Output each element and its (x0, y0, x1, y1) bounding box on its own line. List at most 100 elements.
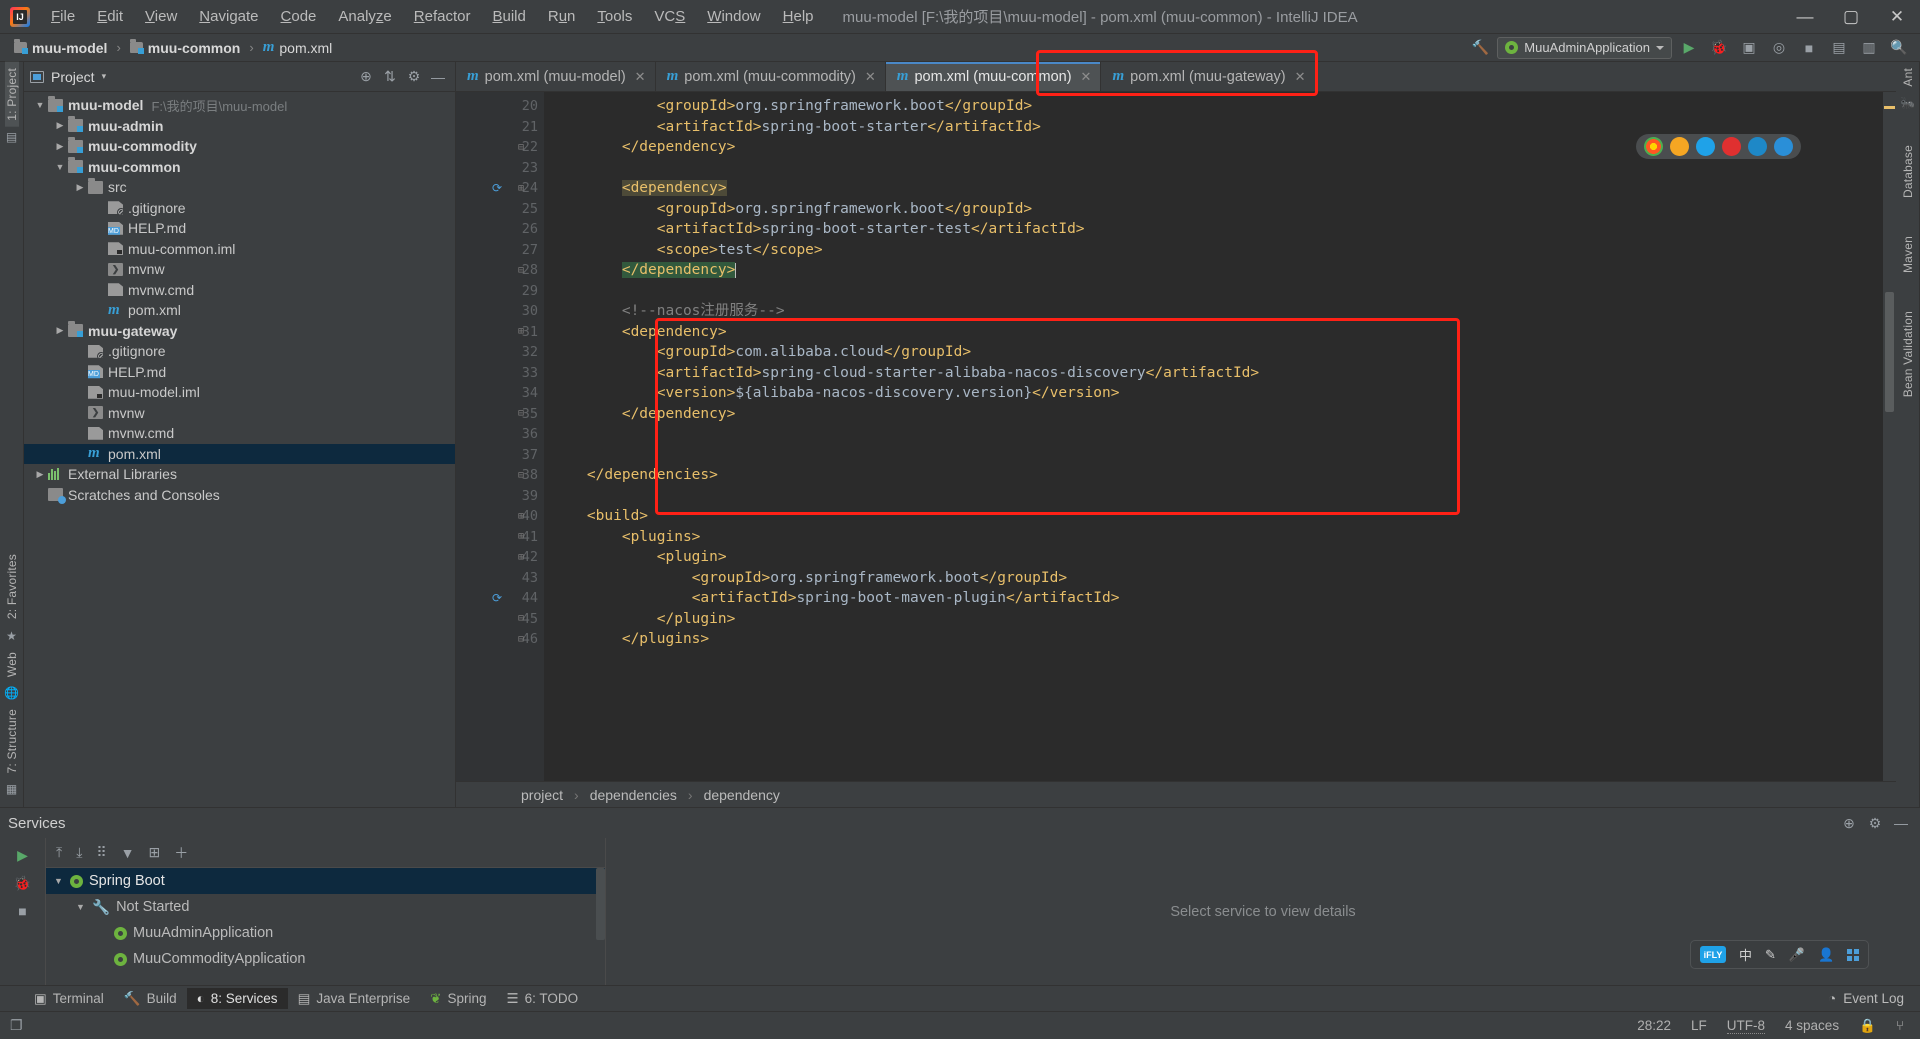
gutter-line[interactable]: 25 (456, 199, 544, 220)
group-icon[interactable]: ⠿ (96, 844, 106, 861)
ime-grid-icon[interactable] (1847, 948, 1860, 961)
maven-reimport-icon[interactable]: ⟳ (492, 181, 502, 195)
services-tree-item[interactable]: ▼ 🔧 Not Started (46, 894, 605, 920)
hide-icon[interactable]: — (427, 66, 449, 88)
gear-icon[interactable]: ⚙ (403, 66, 425, 88)
editor-tab[interactable]: m pom.xml (muu-model) ✕ (456, 62, 656, 91)
fold-toggle-icon[interactable]: ⊟ (518, 613, 524, 624)
line-separator[interactable]: LF (1691, 1018, 1707, 1033)
gutter-line[interactable]: 42 ⊞ (456, 547, 544, 568)
gutter-line[interactable]: 23 (456, 158, 544, 179)
filter-icon[interactable]: ▼ (121, 845, 135, 861)
stop-icon[interactable]: ■ (18, 903, 26, 919)
fold-toggle-icon[interactable]: ⊟ (518, 142, 524, 153)
code-line[interactable] (544, 486, 1883, 507)
project-tree-item[interactable]: ▶ muu-gateway (24, 321, 455, 342)
tool-window-build[interactable]: 🔨 Build (114, 988, 187, 1010)
gutter-line[interactable]: 40 ⊞ (456, 506, 544, 527)
gutter-line[interactable]: 37 (456, 445, 544, 466)
fold-toggle-icon[interactable]: ⊞ (518, 511, 524, 522)
project-tree-item[interactable]: ▶mvnw (24, 259, 455, 280)
sidebar-item-database[interactable]: Database (1901, 139, 1915, 204)
gutter-line[interactable]: 38 ⊟ (456, 465, 544, 486)
editor-breadcrumb-item-2[interactable]: dependency (699, 786, 785, 804)
gutter-line[interactable]: 20 (456, 96, 544, 117)
profile-button[interactable]: ◎ (1766, 36, 1792, 60)
maximize-button[interactable]: ▢ (1828, 0, 1874, 34)
chevron-right-icon[interactable]: ▶ (52, 325, 68, 336)
code-line[interactable]: <artifactId>spring-cloud-starter-alibaba… (544, 363, 1883, 384)
code-line[interactable] (544, 281, 1883, 302)
editor-gutter[interactable]: 20 21 22 ⊟ 23 24 ⟳ ⊞ 25 26 27 28 ⊟ 29 30 31 ⊞ 32 33 34 35 ⊟ 36… (456, 92, 544, 781)
chevron-down-icon[interactable]: ▾ (102, 71, 107, 82)
fold-toggle-icon[interactable]: ⊟ (518, 408, 524, 419)
safari-icon[interactable] (1696, 137, 1715, 156)
stop-button[interactable]: ■ (1796, 36, 1822, 60)
code-line[interactable]: <scope>test</scope> (544, 240, 1883, 261)
menu-build[interactable]: Build (481, 4, 536, 29)
code-line[interactable]: <groupId>org.springframework.boot</group… (544, 96, 1883, 117)
code-line[interactable]: <groupId>com.alibaba.cloud</groupId> (544, 342, 1883, 363)
services-scrollbar-thumb[interactable] (596, 868, 605, 940)
iflytek-logo-icon[interactable]: iFLY (1700, 946, 1726, 963)
gear-icon[interactable]: ⚙ (1864, 812, 1886, 834)
gutter-line[interactable]: 27 (456, 240, 544, 261)
fold-toggle-icon[interactable]: ⊟ (518, 634, 524, 645)
tool-window-services[interactable]: ◐ 8: Services (186, 988, 288, 1009)
code-content[interactable]: <groupId>org.springframework.boot</group… (544, 92, 1883, 781)
project-tree-item[interactable]: ▶.gitignore (24, 198, 455, 219)
ime-pen-icon[interactable]: ✎ (1765, 947, 1776, 963)
menu-view[interactable]: View (134, 4, 188, 29)
chevron-down-icon[interactable]: ▼ (54, 876, 70, 886)
git-branch-icon[interactable]: ⑂ (1896, 1018, 1904, 1033)
caret-position[interactable]: 28:22 (1637, 1018, 1671, 1033)
project-tree-item[interactable]: ▼ muu-model F:\我的项目\muu-model (24, 95, 455, 116)
close-icon[interactable]: ✕ (1295, 69, 1306, 85)
code-line[interactable]: <plugins> (544, 527, 1883, 548)
add-tab-icon[interactable]: ⊞ (149, 844, 161, 861)
gutter-line[interactable]: 24 ⟳ ⊞ (456, 178, 544, 199)
project-tree-item[interactable]: ▶HELP.md (24, 362, 455, 383)
fold-toggle-icon[interactable]: ⊞ (518, 326, 524, 337)
indent-setting[interactable]: 4 spaces (1785, 1018, 1839, 1033)
collapse-all-icon[interactable]: ⤓ (76, 844, 82, 861)
menu-file[interactable]: File (40, 4, 86, 29)
project-tree-item[interactable]: ▶ External Libraries (24, 464, 455, 485)
run-configuration-selector[interactable]: MuuAdminApplication (1497, 36, 1672, 59)
code-line[interactable]: </plugins> (544, 629, 1883, 650)
file-encoding[interactable]: UTF-8 (1726, 1018, 1766, 1034)
code-line[interactable] (544, 158, 1883, 179)
ie-icon[interactable] (1774, 137, 1793, 156)
gutter-line[interactable]: 41 ⊞ (456, 527, 544, 548)
debug-icon[interactable]: 🐞 (14, 875, 31, 892)
edge-icon[interactable] (1748, 137, 1767, 156)
project-tree-item[interactable]: ▶muu-model.iml (24, 382, 455, 403)
tool-window-terminal[interactable]: ▣ Terminal (24, 988, 114, 1010)
project-tree-item[interactable]: ▶mvnw (24, 403, 455, 424)
tool-window-todo[interactable]: ☰ 6: TODO (496, 988, 588, 1010)
sidebar-item-web[interactable]: Web (5, 646, 19, 683)
menu-tools[interactable]: Tools (586, 4, 643, 29)
project-tree-item[interactable]: ▶Scratches and Consoles (24, 485, 455, 506)
breadcrumb-item-2[interactable]: m pom.xml (259, 38, 337, 57)
editor-breadcrumb-item-0[interactable]: project (516, 786, 568, 804)
menu-vcs[interactable]: VCS (643, 4, 696, 29)
close-icon[interactable]: ✕ (1081, 69, 1092, 85)
sidebar-item-structure[interactable]: 7: Structure (5, 703, 19, 779)
layout-button[interactable]: ▤ (1826, 36, 1852, 60)
fold-toggle-icon[interactable]: ⊟ (518, 265, 524, 276)
menu-window[interactable]: Window (696, 4, 771, 29)
sidebar-item-project[interactable]: 1: Project (4, 62, 19, 127)
gutter-line[interactable]: 36 (456, 424, 544, 445)
locate-icon[interactable]: ⊕ (355, 66, 377, 88)
fold-toggle-icon[interactable]: ⊟ (518, 470, 524, 481)
code-line[interactable]: <artifactId>spring-boot-maven-plugin</ar… (544, 588, 1883, 609)
menu-edit[interactable]: Edit (86, 4, 134, 29)
menu-help[interactable]: Help (772, 4, 825, 29)
tool-window-java-enterprise[interactable]: ▤ Java Enterprise (288, 988, 421, 1010)
gutter-line[interactable]: 45 ⊟ (456, 609, 544, 630)
tool-window-spring[interactable]: ❦ Spring (420, 988, 496, 1010)
debug-button[interactable]: 🐞 (1706, 36, 1732, 60)
menu-refactor[interactable]: Refactor (403, 4, 482, 29)
gutter-line[interactable]: 44 ⟳ (456, 588, 544, 609)
